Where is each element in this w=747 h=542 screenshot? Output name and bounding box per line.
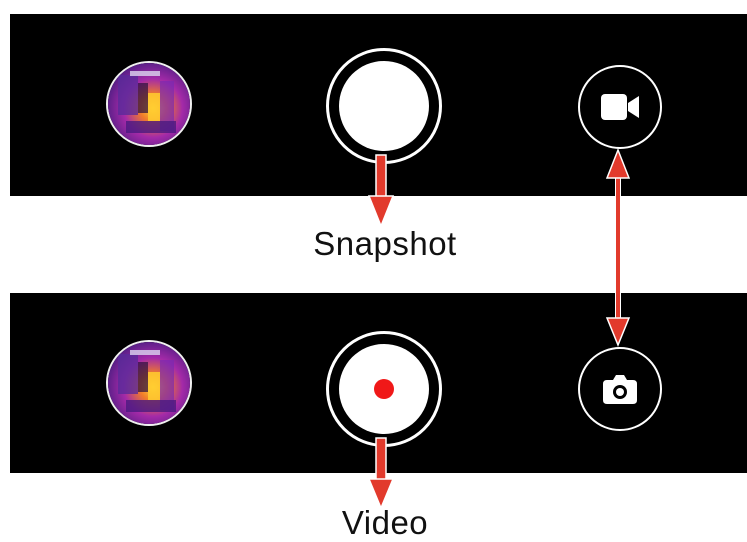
shutter-inner-circle <box>339 61 429 151</box>
snapshot-shutter-button[interactable] <box>326 48 442 164</box>
switch-to-photo-button[interactable] <box>578 347 662 431</box>
video-caption: Video <box>341 504 429 541</box>
shutter-inner-circle <box>339 344 429 434</box>
record-dot-icon <box>374 379 394 399</box>
photo-camera-icon <box>603 375 637 404</box>
photo-mode-control-bar <box>10 14 747 196</box>
video-mode-control-bar <box>10 293 747 473</box>
gallery-thumbnail[interactable] <box>106 61 192 147</box>
thermal-image-icon <box>108 63 190 145</box>
snapshot-caption: Snapshot <box>313 225 457 262</box>
switch-to-video-button[interactable] <box>578 65 662 149</box>
video-camera-icon <box>601 94 639 120</box>
gallery-thumbnail[interactable] <box>106 340 192 426</box>
thermal-image-icon <box>108 342 190 424</box>
record-shutter-button[interactable] <box>326 331 442 447</box>
